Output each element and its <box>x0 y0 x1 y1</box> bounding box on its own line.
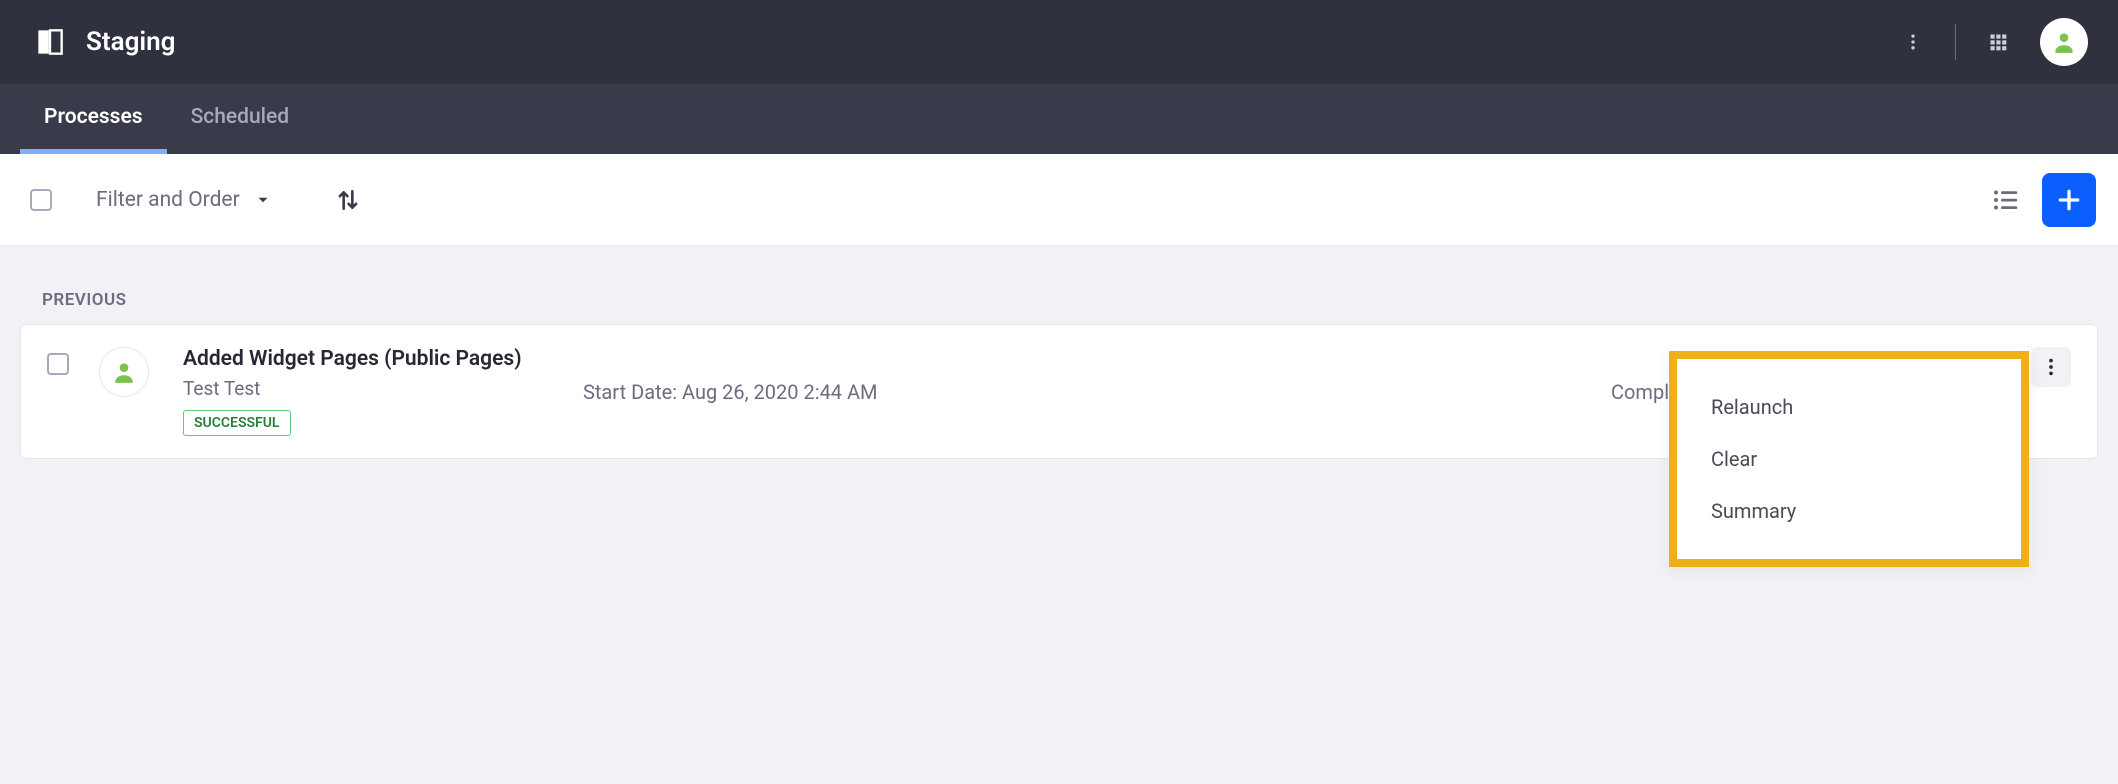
caret-down-icon <box>254 191 272 209</box>
row-actions: Relaunch Clear Summary <box>2031 347 2071 387</box>
row-main: Added Widget Pages (Public Pages) Test T… <box>183 347 583 436</box>
kebab-icon <box>2040 356 2062 378</box>
apps-grid-button[interactable] <box>1982 26 2014 58</box>
process-row: Added Widget Pages (Public Pages) Test T… <box>20 324 2098 459</box>
sort-arrows-icon <box>335 187 361 213</box>
section-previous-label: PREVIOUS <box>20 272 2098 324</box>
filter-order-button[interactable]: Filter and Order <box>96 188 272 212</box>
plus-icon <box>2054 185 2084 215</box>
list-view-button[interactable] <box>1988 182 2024 218</box>
filter-order-label: Filter and Order <box>96 188 240 212</box>
global-menu-button[interactable] <box>1897 26 1929 58</box>
row-actions-button[interactable] <box>2031 347 2071 387</box>
user-icon <box>111 359 137 385</box>
toolbar: Filter and Order <box>0 154 2118 246</box>
add-button[interactable] <box>2042 173 2096 227</box>
row-avatar <box>99 347 149 397</box>
list-icon <box>1991 185 2021 215</box>
divider <box>1955 24 1956 60</box>
select-all-checkbox[interactable] <box>30 189 52 211</box>
tab-bar: Processes Scheduled <box>0 84 2118 154</box>
tab-label: Processes <box>44 105 143 129</box>
tab-scheduled[interactable]: Scheduled <box>167 84 314 154</box>
dropdown-item-summary[interactable]: Summary <box>1677 485 2021 537</box>
row-actions-dropdown: Relaunch Clear Summary <box>1669 351 2029 567</box>
top-bar: Staging <box>0 0 2118 84</box>
product-menu-icon[interactable] <box>36 28 64 56</box>
status-badge: SUCCESSFUL <box>183 410 291 436</box>
row-title[interactable]: Added Widget Pages (Public Pages) <box>183 347 583 371</box>
tab-label: Scheduled <box>191 105 290 129</box>
row-start-date: Start Date: Aug 26, 2020 2:44 AM <box>583 380 1611 404</box>
row-checkbox[interactable] <box>47 353 69 375</box>
page-title: Staging <box>86 27 175 57</box>
user-avatar-button[interactable] <box>2040 18 2088 66</box>
content-area: PREVIOUS Added Widget Pages (Public Page… <box>0 246 2118 485</box>
sort-button[interactable] <box>332 184 364 216</box>
dropdown-item-relaunch[interactable]: Relaunch <box>1677 381 2021 433</box>
top-actions <box>1897 18 2088 66</box>
tab-processes[interactable]: Processes <box>20 84 167 154</box>
row-subtitle: Test Test <box>183 377 583 400</box>
dropdown-item-clear[interactable]: Clear <box>1677 433 2021 485</box>
